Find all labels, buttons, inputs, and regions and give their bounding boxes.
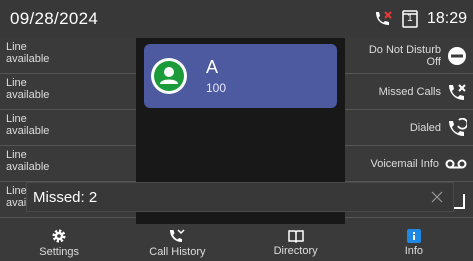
line-key-label: Line: [6, 41, 27, 53]
line-key-status: available: [6, 161, 50, 173]
contact-name: A: [206, 57, 219, 77]
nav-settings[interactable]: Settings: [0, 224, 118, 261]
status-indicators: 1 18:29: [373, 10, 467, 28]
dnd-key-label: Do Not Disturb: [368, 43, 441, 56]
contact-number: 100: [206, 81, 227, 95]
nav-directory[interactable]: Directory: [237, 224, 355, 261]
line-key-3[interactable]: Line available: [0, 110, 136, 146]
nav-call-history[interactable]: Call History: [118, 224, 236, 261]
missed-call-indicator-icon: [373, 10, 393, 28]
missed-calls-label: Missed Calls: [378, 85, 441, 98]
line-key-2[interactable]: Line available: [0, 74, 136, 110]
info-icon: [406, 228, 421, 243]
call-history-icon: [169, 228, 185, 244]
toast-text: Missed: 2: [33, 188, 98, 206]
line-1-badge-icon: 1: [401, 10, 419, 28]
line-key-status: available: [6, 89, 50, 101]
dialed-label: Dialed: [409, 121, 441, 134]
missed-calls-icon: [447, 82, 467, 102]
status-time: 18:29: [426, 10, 467, 27]
voicemail-label: Voicemail Info: [370, 157, 439, 170]
bottom-nav: Settings Call History Directory Info: [0, 224, 473, 261]
nav-settings-label: Settings: [39, 245, 79, 258]
nav-directory-label: Directory: [273, 244, 318, 257]
missed-calls-key[interactable]: Missed Calls: [345, 74, 473, 110]
book-icon: [287, 229, 304, 243]
status-bar: 09/28/2024 1 18:29: [0, 0, 473, 38]
dnd-key[interactable]: Do Not Disturb Off: [345, 38, 473, 74]
dialed-calls-icon: [447, 117, 467, 138]
line-key-status: available: [6, 53, 50, 65]
line-key-label: Line: [6, 77, 27, 89]
voicemail-icon: [445, 157, 467, 171]
line-key-label: Line: [6, 113, 27, 125]
status-date: 09/28/2024: [10, 9, 99, 28]
line-key-status: available: [6, 125, 50, 137]
person-avatar-icon: [151, 58, 187, 94]
voicemail-key[interactable]: Voicemail Info: [345, 146, 473, 182]
dialed-key[interactable]: Dialed: [345, 110, 473, 146]
dnd-icon: [447, 46, 467, 66]
gear-icon: [51, 228, 67, 244]
nav-call-history-label: Call History: [149, 245, 206, 258]
dnd-key-state: Off: [426, 55, 441, 68]
contact-card[interactable]: A 100: [144, 44, 337, 108]
line-badge-number: 1: [407, 13, 413, 24]
nav-info[interactable]: Info: [355, 224, 473, 261]
line-key-label: Line: [6, 149, 27, 161]
close-icon[interactable]: [431, 191, 443, 203]
nav-info-label: Info: [404, 244, 424, 257]
line-key-1[interactable]: Line available: [0, 38, 136, 74]
missed-calls-toast[interactable]: Missed: 2: [26, 182, 454, 212]
line-key-4[interactable]: Line available: [0, 146, 136, 182]
